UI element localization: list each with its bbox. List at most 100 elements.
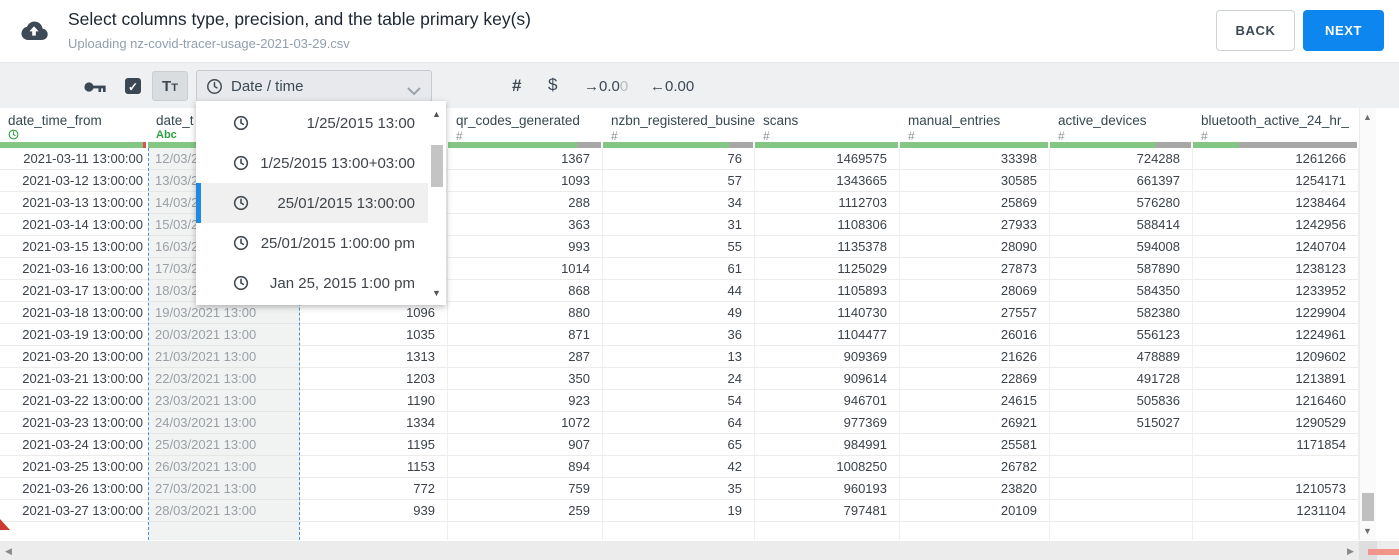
column-header[interactable]: active_devices [1050,108,1193,128]
table-cell: 2021-03-25 13:00:00 [0,456,148,478]
table-cell: 2021-03-13 13:00:00 [0,192,148,214]
primary-key-icon[interactable] [84,80,106,98]
upload-status: Uploading nz-covid-tracer-usage-2021-03-… [68,36,350,51]
table-cell: 1140730 [755,302,899,324]
table-cell: 1334 [300,412,447,434]
table-cell: 27873 [900,258,1049,280]
column-type-select[interactable]: Date / time [196,70,432,102]
table-cell [1193,456,1358,478]
wizard-header: Select columns type, precision, and the … [0,0,1399,62]
table-cell: 54 [603,390,754,412]
clock-icon [206,78,223,100]
horizontal-scroll-thumb[interactable] [1368,549,1399,555]
column-header[interactable]: date_time_from [0,108,148,128]
dropdown-scrollbar[interactable]: ▲ ▼ [429,101,445,305]
table-cell: 24615 [900,390,1049,412]
table-cell: 909614 [755,368,899,390]
table-cell: 2021-03-27 13:00:00 [0,500,148,522]
table-cell: 1210573 [1193,478,1358,500]
table-cell: 576280 [1050,192,1192,214]
format-option[interactable]: 1/25/2015 13:00+03:00 [196,143,428,183]
table-cell: 661397 [1050,170,1192,192]
currency-type-button[interactable]: $ [548,75,557,95]
table-cell: 2021-03-26 13:00:00 [0,478,148,500]
column-header[interactable]: bluetooth_active_24_hr_ [1193,108,1359,128]
increase-precision-button[interactable]: →0.00 [584,78,628,95]
table-cell: 19 [603,500,754,522]
dropdown-scroll-thumb[interactable] [431,145,443,187]
vertical-scrollbar[interactable]: ▲ ▼ [1359,108,1376,540]
table-cell: 960193 [755,478,899,500]
table-cell: 2021-03-19 13:00:00 [0,324,148,346]
table-cell: 57 [603,170,754,192]
table-cell: 2021-03-17 13:00:00 [0,280,148,302]
table-cell: 1203 [300,368,447,390]
number-type-button[interactable]: # [512,76,521,96]
table-cell [1050,434,1192,456]
column-header[interactable]: nzbn_registered_busine [603,108,755,128]
format-option[interactable]: 25/01/2015 1:00:00 pm [196,223,428,263]
table-cell: 724288 [1050,148,1192,170]
scroll-up-arrow-icon[interactable]: ▲ [432,109,441,119]
format-option[interactable]: Jan 25, 2015 1:00 pm [196,263,428,303]
text-type-button[interactable]: TT [152,71,188,101]
column-type-icon: # [1058,129,1065,143]
table-cell: 1261266 [1193,148,1358,170]
vertical-scroll-thumb[interactable] [1362,493,1374,521]
table-cell: 2021-03-14 13:00:00 [0,214,148,236]
column-type-icon: # [456,129,463,143]
table-cell: 1224961 [1193,324,1358,346]
horizontal-scrollbar[interactable]: ◀ ▶ [0,541,1399,560]
table-cell: 25869 [900,192,1049,214]
table-cell: 22/03/2021 13:00 [149,368,299,390]
clock-icon [233,195,249,211]
scroll-left-arrow-icon[interactable]: ◀ [5,546,12,557]
table-cell: 23820 [900,478,1049,500]
table-column: manual_entries #33398 30585 25869 27933 28090… [900,108,1050,540]
column-type-icon: # [908,129,915,143]
table-cell: 1290529 [1193,412,1358,434]
format-option[interactable]: 1/25/2015 13:00 [196,103,428,143]
table-cell: 1238464 [1193,192,1358,214]
table-cell: 2021-03-23 13:00:00 [0,412,148,434]
table-cell: 287 [448,346,602,368]
column-header[interactable]: manual_entries [900,108,1050,128]
table-cell: 31 [603,214,754,236]
column-cells: 724288 661397 576280 588414 594008 587890 5843… [1050,148,1193,540]
scroll-down-arrow-icon[interactable]: ▼ [1363,526,1372,536]
scroll-up-arrow-icon[interactable]: ▲ [1363,112,1372,122]
table-cell: 1469575 [755,148,899,170]
table-cell: 49 [603,302,754,324]
format-option[interactable]: 25/01/2015 13:00:00 [196,183,428,223]
table-cell: 26782 [900,456,1049,478]
include-column-checkbox[interactable]: ✓ [125,78,141,94]
table-cell: 1213891 [1193,368,1358,390]
table-cell: 27/03/2021 13:00 [149,478,299,500]
scroll-right-arrow-icon[interactable]: ▶ [1347,546,1354,557]
column-header[interactable]: qr_codes_generated [448,108,603,128]
table-cell: 1104477 [755,324,899,346]
table-cell [1050,500,1192,522]
table-cell: 2021-03-20 13:00:00 [0,346,148,368]
table-cell: 28069 [900,280,1049,302]
table-cell: 35 [603,478,754,500]
table-cell: 946701 [755,390,899,412]
next-button[interactable]: NEXT [1303,10,1384,51]
table-cell: 44 [603,280,754,302]
column-header[interactable]: scans [755,108,900,128]
format-option-list: 1/25/2015 13:00 1/25/2015 13:00+03:00 25/0… [196,103,428,303]
back-button[interactable]: BACK [1216,10,1295,51]
table-cell: 1343665 [755,170,899,192]
column-type-value: Date / time [231,78,304,95]
clock-icon [233,115,249,131]
table-cell: 909369 [755,346,899,368]
table-cell: 288 [448,192,602,214]
table-cell: 26921 [900,412,1049,434]
table-column: scans #1469575 1343665 1112703 1108306 113537… [755,108,900,540]
column-type-icon: # [611,129,618,143]
decrease-precision-button[interactable]: ←0.00 [650,78,694,95]
scroll-down-arrow-icon[interactable]: ▼ [432,288,441,298]
column-cells: 1367 1093 288 363 993 1014 868 880 871 287 350 923 1… [448,148,603,540]
table-cell: 363 [448,214,602,236]
table-cell: 894 [448,456,602,478]
